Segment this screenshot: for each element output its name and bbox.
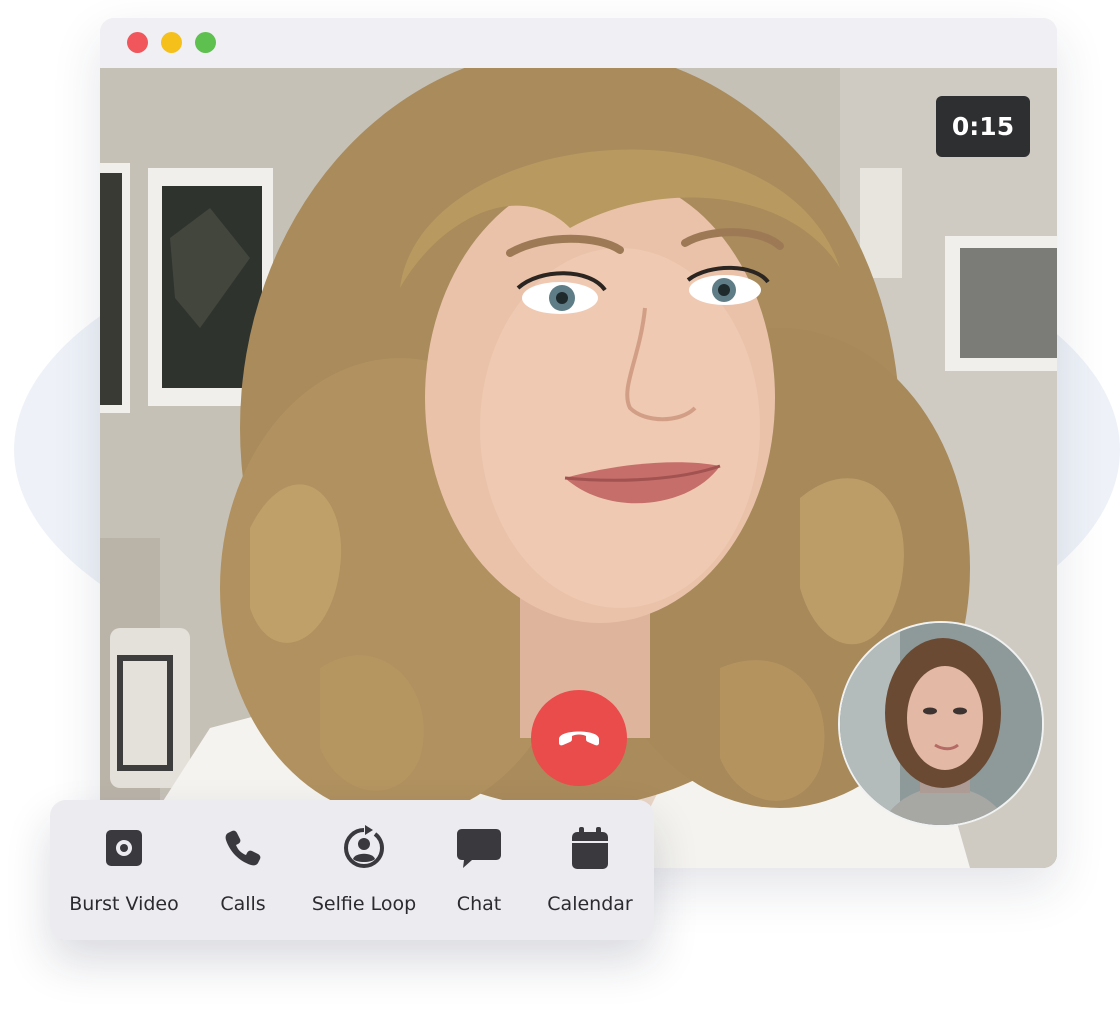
feature-toolbar: Burst Video Calls Selfie Loop Chat Calen…	[50, 800, 654, 940]
toolbar-item-chat[interactable]: Chat	[442, 800, 516, 940]
toolbar-item-calls[interactable]: Calls	[203, 800, 283, 940]
minimize-window-button[interactable]	[161, 32, 182, 53]
maximize-window-button[interactable]	[195, 32, 216, 53]
refresh-user-icon	[341, 825, 387, 871]
close-window-button[interactable]	[127, 32, 148, 53]
toolbar-item-label: Calls	[220, 893, 266, 915]
toolbar-item-calendar[interactable]: Calendar	[538, 800, 642, 940]
video-call-window: 0:15	[100, 18, 1057, 868]
main-video-feed: 0:15	[100, 68, 1057, 868]
phone-icon	[220, 825, 266, 871]
toolbar-item-label: Calendar	[547, 893, 633, 915]
call-timer: 0:15	[936, 96, 1030, 157]
toolbar-item-label: Selfie Loop	[311, 893, 417, 915]
calendar-icon	[567, 825, 613, 871]
self-view-video[interactable]	[838, 621, 1044, 827]
toolbar-item-label: Chat	[456, 893, 502, 915]
local-participant-video	[840, 623, 1042, 825]
end-call-button[interactable]	[531, 690, 627, 786]
phone-hangup-icon	[557, 725, 601, 751]
toolbar-item-selfie-loop[interactable]: Selfie Loop	[304, 800, 424, 940]
window-titlebar	[100, 18, 1057, 68]
camera-record-icon	[101, 825, 147, 871]
chat-bubble-icon	[456, 825, 502, 871]
toolbar-item-burst-video[interactable]: Burst Video	[68, 800, 180, 940]
toolbar-item-label: Burst Video	[69, 893, 179, 915]
